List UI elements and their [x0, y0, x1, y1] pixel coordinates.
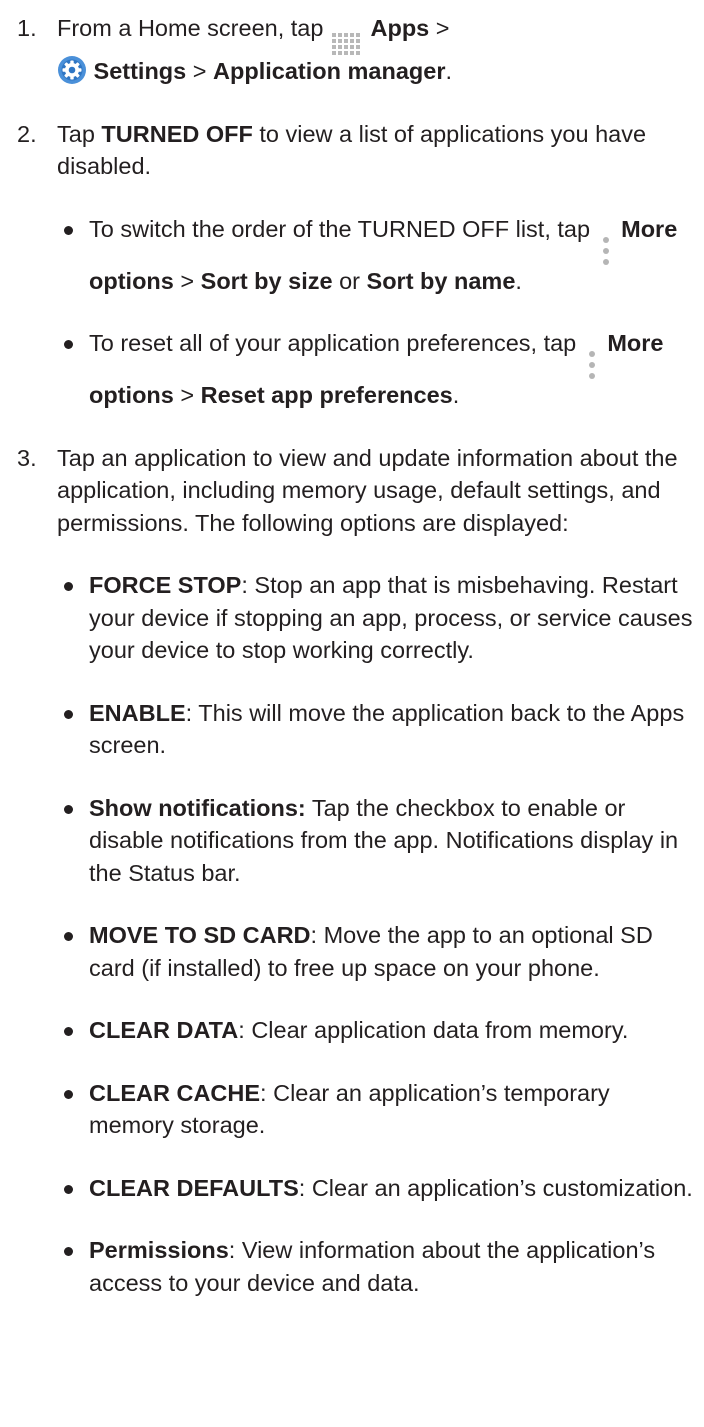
clear-defaults-label: CLEAR DEFAULTS — [89, 1174, 299, 1201]
punctuation: : — [310, 922, 318, 948]
list-item: To switch the order of the TURNED OFF li… — [0, 213, 704, 298]
bullet-dot — [64, 340, 73, 349]
separator: > — [180, 382, 195, 408]
step-3: 3. Tap an application to view and update… — [0, 442, 704, 540]
separator: > — [180, 267, 195, 294]
bullet-text: Show notifications: Tap the checkbox to … — [89, 792, 701, 890]
sort-by-name-label: Sort by name — [366, 267, 516, 294]
punctuation: : — [298, 1174, 306, 1201]
move-to-sd-card-label: MOVE TO SD CARD — [89, 922, 311, 948]
punctuation: : — [228, 1237, 236, 1263]
enable-label: ENABLE — [89, 699, 186, 726]
punctuation: . — [452, 382, 460, 408]
permissions-label: Permissions — [89, 1237, 229, 1263]
clear-data-label: CLEAR DATA — [89, 1017, 239, 1043]
bullet-dot — [64, 804, 73, 814]
bullet-dot — [64, 1027, 73, 1036]
bullet-text-part: To reset all of your application prefere… — [89, 330, 577, 356]
separator: > — [192, 58, 207, 84]
list-item: CLEAR CACHE: Clear an application’s temp… — [0, 1077, 704, 1142]
step-text: From a Home screen, tap Apps > Settings … — [57, 12, 702, 88]
step-text: Tap TURNED OFF to view a list of applica… — [57, 118, 702, 183]
bullet-dot — [64, 709, 73, 719]
bullet-text: FORCE STOP: Stop an app that is misbehav… — [89, 569, 701, 667]
punctuation: : — [238, 1017, 245, 1043]
step-text-part: From a Home screen, tap — [57, 15, 324, 41]
apps-label: Apps — [370, 15, 430, 41]
bullet-text: CLEAR CACHE: Clear an application’s temp… — [89, 1077, 701, 1142]
list-item: MOVE TO SD CARD: Move the app to an opti… — [0, 919, 704, 984]
turned-off-label: TURNED OFF — [101, 120, 253, 147]
bullet-dot — [64, 1089, 73, 1099]
punctuation: : — [241, 572, 248, 598]
step-text-part: Tap — [57, 120, 95, 147]
force-stop-label: FORCE STOP — [89, 572, 242, 598]
step-number: 3. — [17, 444, 37, 471]
step-2: 2. Tap TURNED OFF to view a list of appl… — [0, 118, 704, 183]
list-item: To reset all of your application prefere… — [0, 327, 704, 412]
bullet-text: CLEAR DEFAULTS: Clear an application’s c… — [89, 1172, 701, 1205]
list-item: CLEAR DEFAULTS: Clear an application’s c… — [0, 1172, 704, 1205]
bullet-dot — [64, 932, 73, 941]
instruction-page: 1. From a Home screen, tap Apps > Settin… — [0, 0, 704, 1427]
step-number: 1. — [17, 15, 37, 41]
bullet-dot — [64, 225, 73, 235]
punctuation: : — [260, 1079, 267, 1106]
list-item: Permissions: View information about the … — [0, 1234, 704, 1299]
punctuation: . — [445, 58, 453, 84]
bullet-dot — [64, 1247, 73, 1256]
list-item: CLEAR DATA: Clear application data from … — [0, 1014, 704, 1047]
bullet-text: CLEAR DATA: Clear application data from … — [89, 1014, 701, 1047]
bullet-dot — [64, 1184, 73, 1194]
more-options-icon — [601, 236, 611, 265]
bullet-text: To reset all of your application prefere… — [89, 327, 704, 412]
show-notifications-label: Show notifications: — [89, 794, 306, 821]
list-item: Show notifications: Tap the checkbox to … — [0, 792, 704, 890]
step-1: 1. From a Home screen, tap Apps > Settin… — [0, 12, 704, 88]
punctuation: . — [515, 267, 522, 294]
list-item: ENABLE: This will move the application b… — [0, 697, 704, 762]
step-number: 2. — [17, 120, 37, 147]
more-options-icon — [587, 351, 597, 379]
application-manager-label: Application manager — [213, 58, 446, 84]
clear-cache-label: CLEAR CACHE — [89, 1079, 261, 1106]
bullet-text: Permissions: View information about the … — [89, 1234, 701, 1299]
list-item: FORCE STOP: Stop an app that is misbehav… — [0, 569, 704, 667]
bullet-description: Clear application data from memory. — [251, 1017, 629, 1043]
apps-grid-icon — [331, 33, 362, 55]
separator: > — [435, 15, 450, 41]
step-text: Tap an application to view and update in… — [57, 444, 678, 536]
sort-by-size-label: Sort by size — [200, 267, 333, 294]
bullet-text: MOVE TO SD CARD: Move the app to an opti… — [89, 919, 701, 984]
punctuation: : — [185, 699, 193, 726]
bullet-dot — [64, 582, 73, 591]
settings-gear-icon — [58, 56, 86, 84]
bullet-text-part: To switch the order of the TURNED OFF li… — [89, 215, 591, 242]
settings-label: Settings — [93, 58, 187, 84]
bullet-description: Clear an application’s customization. — [311, 1174, 693, 1201]
bullet-text-part: or — [339, 267, 360, 294]
bullet-text: ENABLE: This will move the application b… — [89, 697, 701, 762]
reset-app-preferences-label: Reset app preferences — [200, 382, 453, 408]
bullet-text: To switch the order of the TURNED OFF li… — [89, 213, 701, 298]
